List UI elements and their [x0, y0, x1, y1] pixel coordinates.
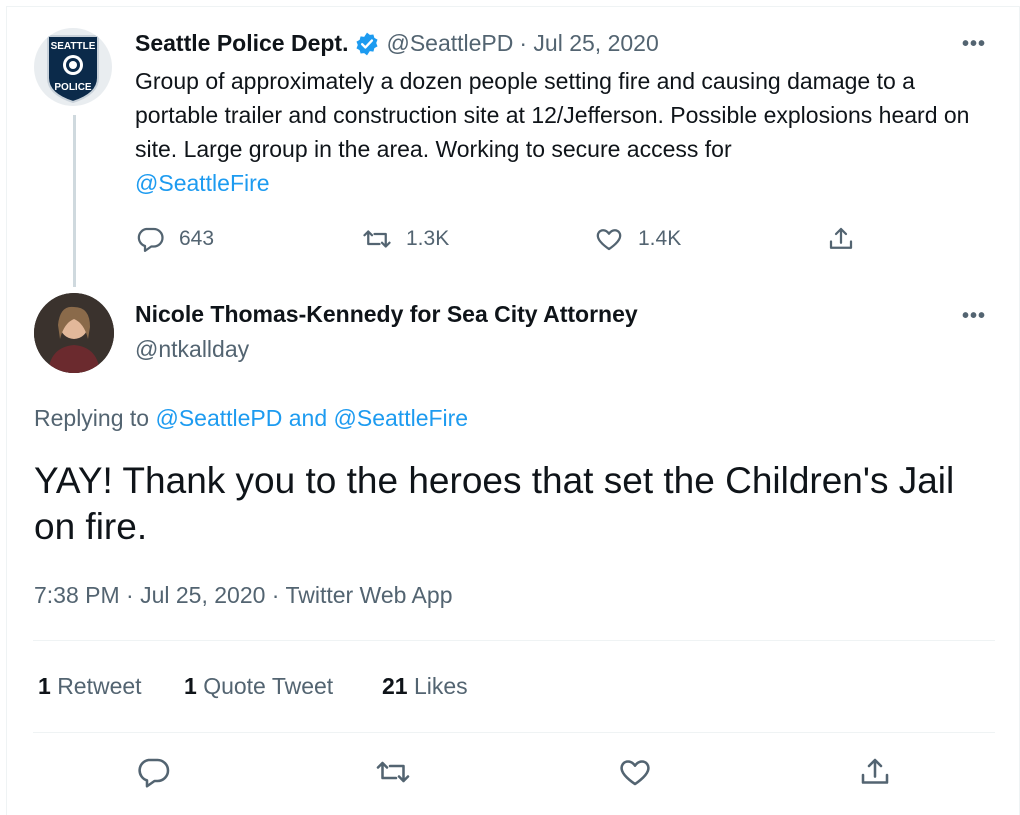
likes-stat[interactable]: 21 Likes — [382, 673, 468, 700]
main-more-button[interactable]: ••• — [962, 305, 986, 328]
parent-display-name[interactable]: Seattle Police Dept. — [135, 30, 348, 57]
replying-targets-link[interactable]: @SeattlePD and @SeattleFire — [155, 405, 468, 431]
badge-text-bottom: POLICE — [54, 82, 92, 93]
parent-tweet-text: Group of approximately a dozen people se… — [135, 68, 970, 162]
quote-stat-count: 1 — [184, 673, 197, 699]
verified-icon — [356, 32, 378, 55]
share-icon — [829, 227, 853, 249]
share-action[interactable] — [826, 224, 856, 254]
main-display-name[interactable]: Nicole Thomas-Kennedy for Sea City Attor… — [135, 301, 638, 328]
main-handle[interactable]: @ntkallday — [135, 336, 249, 363]
retweet-stat-count: 1 — [38, 673, 51, 699]
main-tweet-text: YAY! Thank you to the heroes that set th… — [34, 460, 955, 547]
seattle-police-avatar[interactable]: SEATTLE POLICE — [34, 28, 112, 106]
retweet-count: 1.3K — [406, 227, 450, 250]
divider-top — [33, 640, 995, 641]
quote-stat-label: Quote Tweet — [203, 673, 334, 699]
like-count: 1.4K — [638, 227, 682, 250]
share-icon-main[interactable] — [857, 754, 893, 790]
parent-handle[interactable]: @SeattlePD — [386, 30, 513, 57]
parent-tweet-header: Seattle Police Dept. @SeattlePD · Jul 25… — [135, 30, 659, 57]
likes-stat-count: 21 — [382, 673, 408, 699]
likes-stat-label: Likes — [413, 673, 468, 699]
reply-icon-main[interactable] — [135, 754, 171, 790]
retweet-stat-label: Retweet — [57, 673, 142, 699]
like-action[interactable]: 1.4K — [594, 224, 681, 254]
parent-mention-link[interactable]: @SeattleFire — [135, 166, 995, 200]
tweet-timestamp[interactable]: 7:38 PM · Jul 25, 2020 · Twitter Web App — [34, 582, 452, 609]
replying-prefix: Replying to — [34, 405, 150, 431]
retweet-action[interactable]: 1.3K — [362, 224, 449, 254]
heart-icon — [596, 229, 622, 251]
police-badge-icon: SEATTLE POLICE — [47, 35, 99, 104]
retweet-stat[interactable]: 1 Retweet — [38, 673, 142, 700]
nicole-avatar[interactable] — [34, 293, 114, 373]
reply-icon — [137, 227, 164, 252]
parent-tweet-body: Group of approximately a dozen people se… — [135, 64, 995, 200]
reply-count: 643 — [179, 227, 215, 250]
thread-connector — [73, 115, 76, 287]
divider-bottom — [33, 732, 995, 733]
reply-action[interactable]: 643 — [135, 224, 214, 254]
retweet-icon — [363, 230, 391, 248]
parent-more-button[interactable]: ••• — [962, 33, 986, 56]
heart-icon-main[interactable] — [617, 754, 653, 790]
parent-date[interactable]: · Jul 25, 2020 — [519, 30, 658, 57]
retweet-icon-main[interactable] — [375, 754, 411, 790]
badge-text-top: SEATTLE — [51, 41, 96, 52]
profile-photo-icon — [34, 293, 114, 373]
quote-stat[interactable]: 1 Quote Tweet — [184, 673, 333, 700]
replying-to: Replying to @SeattlePD and @SeattleFire — [34, 405, 468, 432]
